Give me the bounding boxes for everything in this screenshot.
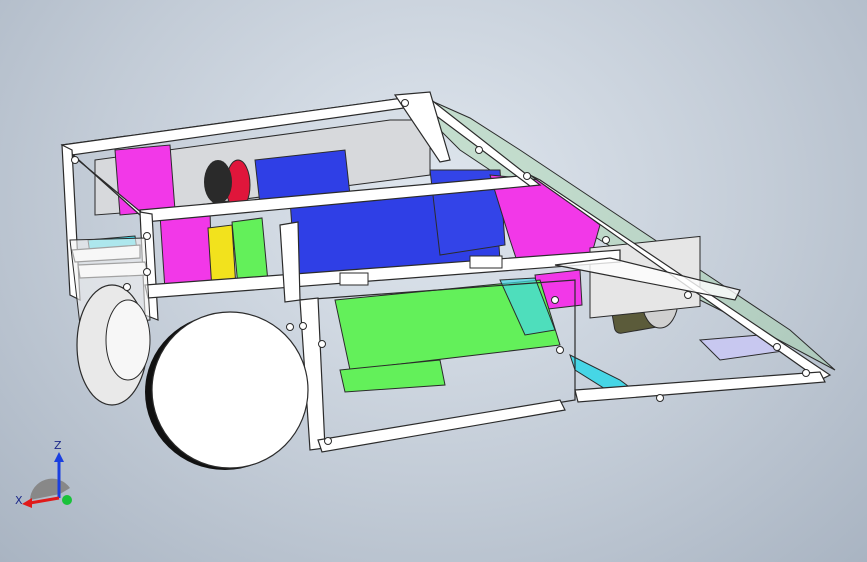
clip-plate-1 [339,272,369,286]
wheel-front [151,311,309,469]
robot-chassis-model[interactable] [0,0,867,562]
y-axis-icon [62,495,72,505]
cad-viewport[interactable]: Z X [0,0,867,562]
x-axis-label: X [15,494,23,507]
clip-plate-2 [469,255,503,269]
orientation-triad[interactable]: Z X [10,438,80,514]
z-arrow-icon [54,452,64,462]
x-arrow-icon [22,498,32,508]
wheel-rear-hub [105,299,151,381]
z-axis-label: Z [54,439,62,452]
